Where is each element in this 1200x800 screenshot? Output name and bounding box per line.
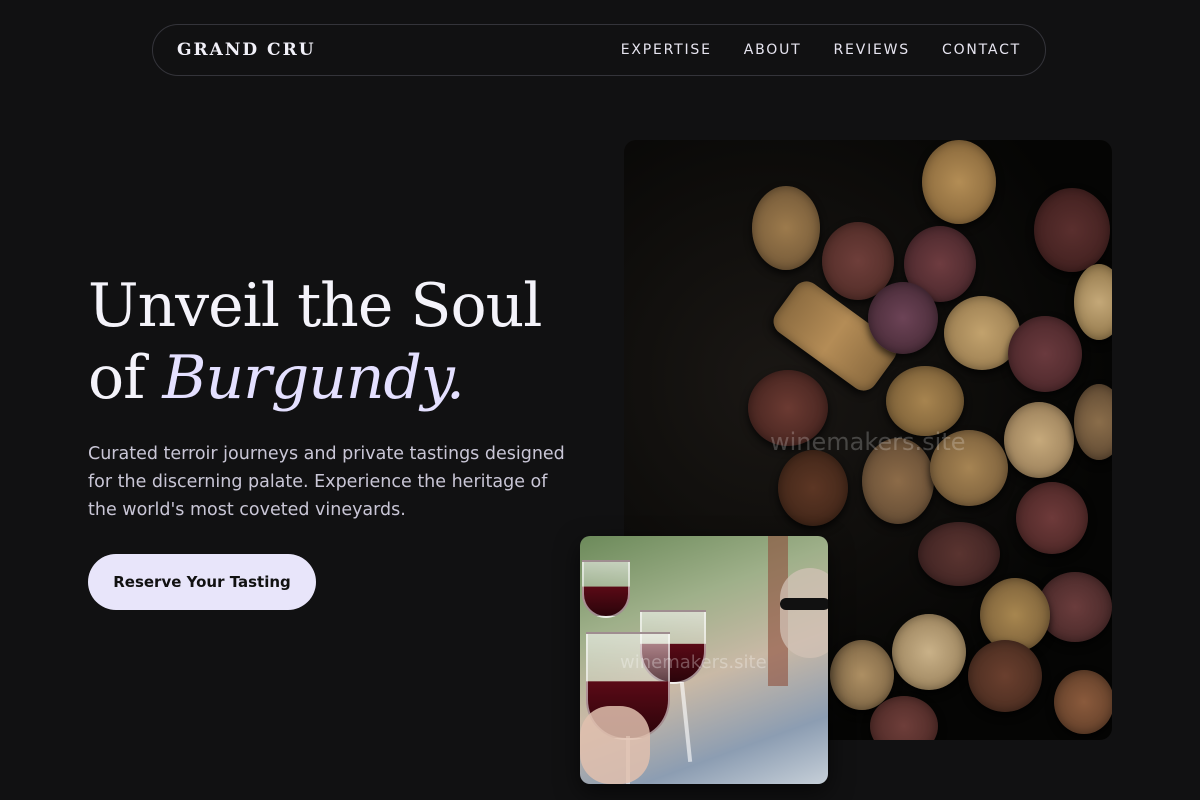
sunglasses bbox=[780, 598, 828, 610]
cork bbox=[1074, 384, 1112, 460]
hero-subtitle: Curated terroir journeys and private tas… bbox=[88, 444, 565, 520]
nav-link-expertise[interactable]: EXPERTISE bbox=[621, 42, 712, 58]
nav-link-about[interactable]: ABOUT bbox=[744, 42, 802, 58]
cork bbox=[1074, 264, 1112, 340]
cork bbox=[868, 282, 938, 354]
cork bbox=[1054, 670, 1112, 734]
top-nav: GRAND CRU EXPERTISE ABOUT REVIEWS CONTAC… bbox=[152, 24, 1046, 76]
reserve-tasting-button[interactable]: Reserve Your Tasting bbox=[88, 554, 316, 610]
hero-title: Unveil the Soul of Burgundy. bbox=[88, 270, 542, 414]
nav-menu: EXPERTISE ABOUT REVIEWS CONTACT bbox=[621, 42, 1021, 58]
cork bbox=[778, 450, 848, 526]
cork bbox=[1034, 188, 1110, 272]
hero-title-line2-prefix: of bbox=[88, 343, 163, 413]
hero-title-line1: Unveil the Soul bbox=[88, 271, 542, 341]
cork bbox=[1008, 316, 1082, 392]
nav-link-contact[interactable]: CONTACT bbox=[942, 42, 1021, 58]
watermark: winemakers.site bbox=[770, 428, 966, 456]
glass-stem bbox=[679, 682, 693, 762]
cork bbox=[1016, 482, 1088, 554]
person-blur bbox=[780, 568, 828, 658]
brand-logo[interactable]: GRAND CRU bbox=[177, 40, 316, 60]
cork bbox=[892, 614, 966, 690]
watermark: winemakers.site bbox=[620, 652, 767, 673]
cork bbox=[922, 140, 996, 224]
wine-glass bbox=[582, 560, 630, 618]
cork bbox=[886, 366, 964, 436]
cork bbox=[968, 640, 1042, 712]
cork bbox=[918, 522, 1000, 586]
cork bbox=[830, 640, 894, 710]
wine-toast-image: winemakers.site bbox=[580, 536, 828, 784]
hero-title-emphasis: Burgundy. bbox=[162, 343, 465, 413]
nav-link-reviews[interactable]: REVIEWS bbox=[834, 42, 910, 58]
cork bbox=[1004, 402, 1074, 478]
cork bbox=[752, 186, 820, 270]
hand-blur bbox=[580, 706, 650, 784]
